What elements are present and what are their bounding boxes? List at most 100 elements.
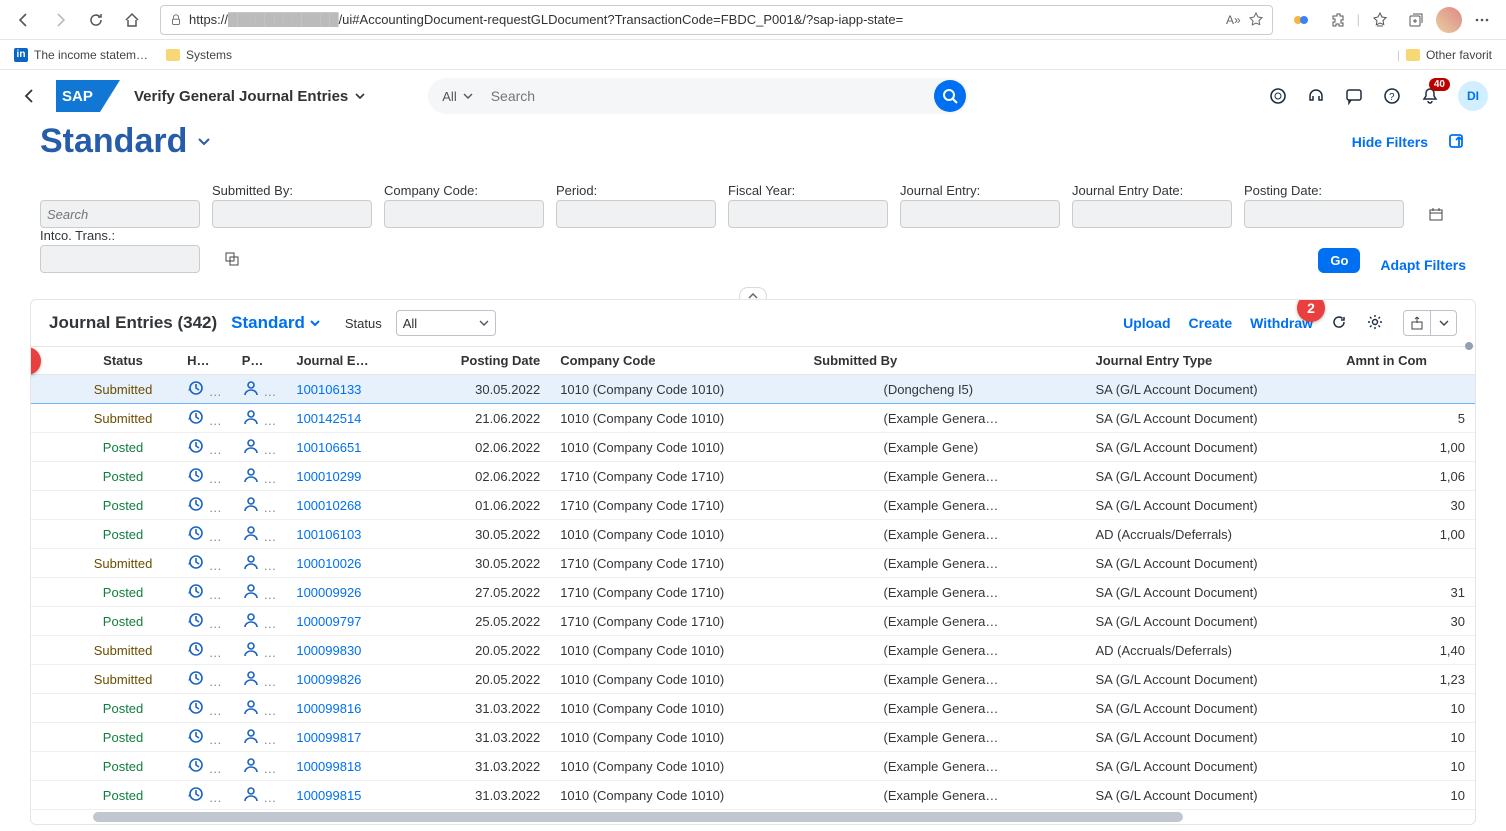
row-selector[interactable] (31, 781, 69, 810)
cell-journal-entry[interactable]: 100009797 (286, 607, 413, 636)
col-amount[interactable]: Amnt in Com (1336, 347, 1475, 375)
cell-journal-entry[interactable]: 100010268 (286, 491, 413, 520)
cell-journal-entry[interactable]: 100099817 (286, 723, 413, 752)
history-icon[interactable]: … (177, 665, 232, 694)
value-help-icon[interactable] (225, 250, 239, 268)
row-selector[interactable] (31, 636, 69, 665)
cell-journal-entry[interactable]: 100099816 (286, 694, 413, 723)
person-icon[interactable]: … (232, 491, 287, 520)
share-icon[interactable] (1448, 133, 1466, 151)
col-posting-date[interactable]: Posting Date (413, 347, 550, 375)
row-selector[interactable] (31, 723, 69, 752)
period-input[interactable] (563, 207, 741, 222)
variant-selector[interactable]: Standard (40, 122, 211, 161)
person-icon[interactable]: … (232, 404, 287, 433)
journal-entry-input[interactable] (907, 207, 1085, 222)
col-p[interactable]: P… (232, 347, 287, 375)
table-row[interactable]: Posted … …10000992627.05.20221710 (Compa… (31, 578, 1475, 607)
hide-filters-link[interactable]: Hide Filters (1352, 134, 1428, 150)
notifications-icon[interactable]: 40 (1420, 86, 1440, 106)
help-icon[interactable]: ? (1382, 86, 1402, 106)
read-aloud-icon[interactable]: A» (1226, 12, 1242, 28)
person-icon[interactable]: … (232, 520, 287, 549)
favorites-icon[interactable] (1364, 4, 1396, 36)
table-row[interactable]: Posted … …10010610330.05.20221010 (Compa… (31, 520, 1475, 549)
intco-input[interactable] (47, 252, 225, 267)
row-selector[interactable] (31, 433, 69, 462)
history-icon[interactable]: … (177, 723, 232, 752)
history-icon[interactable]: … (177, 578, 232, 607)
history-icon[interactable]: … (177, 433, 232, 462)
row-selector[interactable] (31, 607, 69, 636)
extensions-icon[interactable] (1321, 4, 1353, 36)
table-row[interactable]: Submitted … …10001002630.05.20221710 (Co… (31, 549, 1475, 578)
person-icon[interactable]: … (232, 752, 287, 781)
table-row[interactable]: Posted … …10000979725.05.20221710 (Compa… (31, 607, 1475, 636)
col-company-code[interactable]: Company Code (550, 347, 803, 375)
history-icon[interactable]: … (177, 549, 232, 578)
history-icon[interactable]: … (177, 375, 232, 404)
cell-journal-entry[interactable]: 100010026 (286, 549, 413, 578)
user-avatar[interactable]: DI (1458, 81, 1488, 111)
person-icon[interactable]: … (232, 375, 287, 404)
person-icon[interactable]: … (232, 433, 287, 462)
table-row[interactable]: Posted … …10009981631.03.20221010 (Compa… (31, 694, 1475, 723)
person-icon[interactable]: … (232, 578, 287, 607)
search-button[interactable] (934, 80, 966, 112)
row-selector[interactable] (31, 404, 69, 433)
create-button[interactable]: Create (1189, 315, 1233, 331)
person-icon[interactable]: … (232, 636, 287, 665)
history-icon[interactable]: … (177, 520, 232, 549)
person-icon[interactable]: … (232, 781, 287, 810)
copilot-icon[interactable] (1285, 4, 1317, 36)
upload-button[interactable]: Upload (1123, 315, 1170, 331)
row-selector[interactable] (31, 491, 69, 520)
cell-journal-entry[interactable]: 100099826 (286, 665, 413, 694)
export-icon[interactable] (1404, 311, 1430, 335)
row-selector[interactable] (31, 752, 69, 781)
cell-journal-entry[interactable]: 100009926 (286, 578, 413, 607)
search-scope-dropdown[interactable]: All (442, 89, 484, 104)
person-icon[interactable]: … (232, 665, 287, 694)
company-code-input[interactable] (391, 207, 569, 222)
row-selector[interactable] (31, 375, 69, 404)
bookmark-systems[interactable]: Systems (166, 48, 232, 62)
person-icon[interactable]: … (232, 607, 287, 636)
table-row[interactable]: Posted … …10009981831.03.20221010 (Compa… (31, 752, 1475, 781)
bookmark-other-favorites[interactable]: Other favorit (1406, 48, 1492, 62)
table-row[interactable]: Submitted … …10009983020.05.20221010 (Co… (31, 636, 1475, 665)
favorite-star-icon[interactable] (1248, 12, 1264, 28)
back-icon[interactable] (8, 4, 40, 36)
bookmark-linkedin[interactable]: inThe income statem… (14, 48, 148, 62)
cell-journal-entry[interactable]: 100010299 (286, 462, 413, 491)
support-icon[interactable] (1306, 86, 1326, 106)
person-icon[interactable]: … (232, 723, 287, 752)
col-journal-entry[interactable]: Journal E… (286, 347, 413, 375)
history-icon[interactable]: … (177, 491, 232, 520)
row-selector[interactable] (31, 462, 69, 491)
go-button[interactable]: Go (1318, 248, 1360, 273)
cell-journal-entry[interactable]: 100106133 (286, 375, 413, 404)
calendar-icon[interactable] (1429, 205, 1443, 223)
more-icon[interactable] (1466, 4, 1498, 36)
person-icon[interactable]: … (232, 549, 287, 578)
table-row[interactable]: Posted … …10010665102.06.20221010 (Compa… (31, 433, 1475, 462)
col-je-type[interactable]: Journal Entry Type (1085, 347, 1336, 375)
table-row[interactable]: Submitted … …10014251421.06.20221010 (Co… (31, 404, 1475, 433)
export-menu-chevron[interactable] (1430, 311, 1456, 335)
shell-search-input[interactable] (485, 88, 935, 104)
copilot-shell-icon[interactable] (1268, 86, 1288, 106)
refresh-icon[interactable] (80, 4, 112, 36)
cell-journal-entry[interactable]: 100099830 (286, 636, 413, 665)
cell-journal-entry[interactable]: 100099818 (286, 752, 413, 781)
history-icon[interactable]: … (177, 607, 232, 636)
posting-date-input[interactable] (1251, 207, 1429, 222)
forward-icon[interactable] (44, 4, 76, 36)
collections-icon[interactable] (1400, 4, 1432, 36)
history-icon[interactable]: … (177, 636, 232, 665)
settings-icon[interactable] (1367, 314, 1385, 332)
table-row[interactable]: Posted … …10009981531.03.20221010 (Compa… (31, 781, 1475, 810)
feedback-icon[interactable] (1344, 86, 1364, 106)
person-icon[interactable]: … (232, 462, 287, 491)
row-selector[interactable] (31, 665, 69, 694)
